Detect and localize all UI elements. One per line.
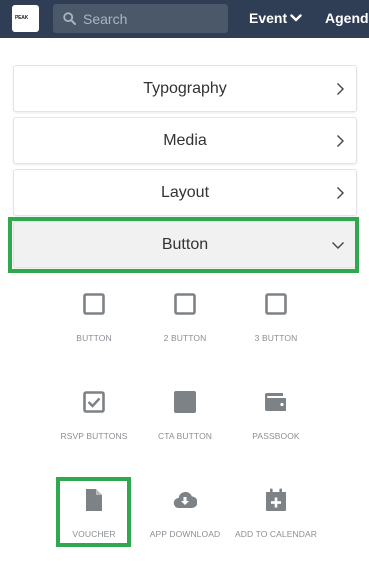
- panel-media-title: Media: [163, 132, 207, 149]
- chevron-right-icon: [337, 83, 344, 95]
- chevron-right-icon: [337, 187, 344, 199]
- cloud-download-icon: [173, 491, 197, 509]
- panel-media[interactable]: Media: [13, 117, 357, 164]
- nav-agenda-label: Agenda: [325, 10, 369, 26]
- calendar-plus-icon: [266, 488, 286, 511]
- nav-event-label: Event: [249, 10, 288, 26]
- search-input[interactable]: [83, 4, 223, 33]
- top-nav-bar: PEAK Event Agenda: [0, 0, 369, 38]
- checkbox-icon: [83, 391, 105, 413]
- wallet-icon: [265, 393, 286, 411]
- square-outline-icon: [174, 293, 196, 315]
- panel-layout-title: Layout: [160, 184, 210, 201]
- widget-add-to-calendar-label: ADD TO CALENDAR: [235, 529, 317, 539]
- nav-agenda-menu[interactable]: Agenda: [325, 0, 369, 36]
- app-logo[interactable]: PEAK: [12, 5, 39, 32]
- square-outline-icon: [83, 293, 105, 315]
- square-outline-icon: [265, 293, 287, 315]
- logo-text: PEAK: [15, 15, 29, 21]
- search-box[interactable]: [53, 4, 228, 33]
- chevron-down-icon: [290, 14, 302, 22]
- nav-event-menu[interactable]: Event: [249, 0, 302, 36]
- panel-typography[interactable]: Typography: [13, 65, 357, 112]
- chevron-right-icon: [337, 135, 344, 147]
- panel-typography-title: Typography: [143, 80, 227, 97]
- search-icon: [63, 12, 76, 25]
- filled-square-icon: [174, 391, 196, 413]
- widget-passbook-label: PASSBOOK: [252, 431, 300, 441]
- button-panel-highlight: [8, 217, 359, 273]
- widget-3-button-label: 3 BUTTON: [254, 333, 298, 343]
- panel-layout[interactable]: Layout: [13, 169, 357, 216]
- voucher-highlight: [56, 477, 131, 547]
